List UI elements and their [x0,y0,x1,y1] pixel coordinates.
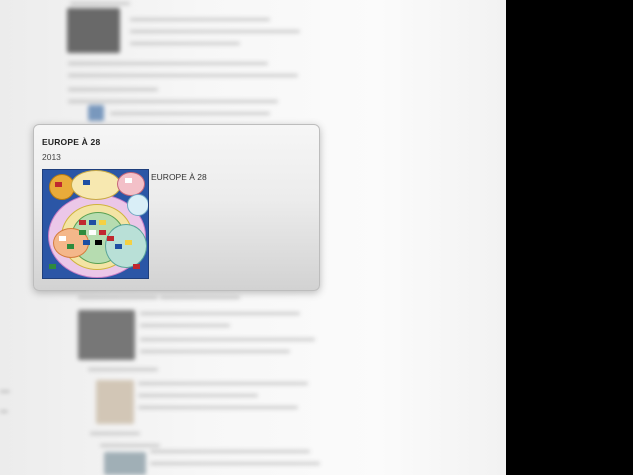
flag-icon [55,182,62,187]
flag-icon [89,230,96,235]
flag-icon [79,230,86,235]
diagram-ellipse [105,224,147,268]
background-text-line [140,350,290,353]
background-text-line [78,296,158,299]
background-text-line [130,42,240,45]
popover-year: 2013 [42,152,61,162]
flag-icon [115,244,122,249]
background-text-line [68,100,278,103]
background-text-line [140,338,315,341]
flag-icon [49,264,56,269]
background-text-line [150,450,310,453]
flag-icon [83,180,90,185]
background-text-line [160,296,240,299]
popover-title: EUROPE À 28 [42,137,101,147]
background-text-line [138,382,308,385]
flag-icon [133,264,140,269]
diagram-ellipse [127,194,148,216]
flag-icon [95,240,102,245]
background-text-line [0,390,10,393]
background-text-line [138,406,298,409]
diagram-ellipse [71,170,121,200]
flag-icon [99,220,106,225]
diagram-ellipse [117,172,145,196]
background-text-line [130,30,300,33]
background-thumbnail [104,452,146,475]
flag-icon [59,236,66,241]
background-text-line [150,462,320,465]
background-thumbnail [67,8,120,53]
black-side-panel [506,0,633,475]
background-thumbnail [88,105,104,121]
flag-icon [125,240,132,245]
flag-icon [107,236,114,241]
background-text-line [70,2,130,5]
flag-icon [89,220,96,225]
flag-icon [125,178,132,183]
background-text-line [110,112,270,115]
background-text-line [88,368,158,371]
background-text-line [140,312,300,315]
background-thumbnail [96,380,134,424]
flag-icon [83,240,90,245]
background-text-line [68,62,268,65]
background-text-line [90,432,140,435]
flag-icon [79,220,86,225]
background-text-line [140,324,230,327]
background-text-line [130,18,270,21]
background-text-line [138,394,258,397]
page-area: EUROPE À 28 2013 EUROPE À 28 [0,0,506,475]
background-text-line [68,74,298,77]
euler-diagram-thumbnail-icon[interactable] [42,169,149,279]
popover-caption: EUROPE À 28 [151,172,207,182]
preview-popover[interactable]: EUROPE À 28 2013 EUROPE À 28 [33,124,320,291]
background-text-line [100,444,160,447]
flag-icon [67,244,74,249]
background-thumbnail [78,310,135,360]
background-text-line [68,88,158,91]
background-text-line [0,410,8,413]
flag-icon [99,230,106,235]
